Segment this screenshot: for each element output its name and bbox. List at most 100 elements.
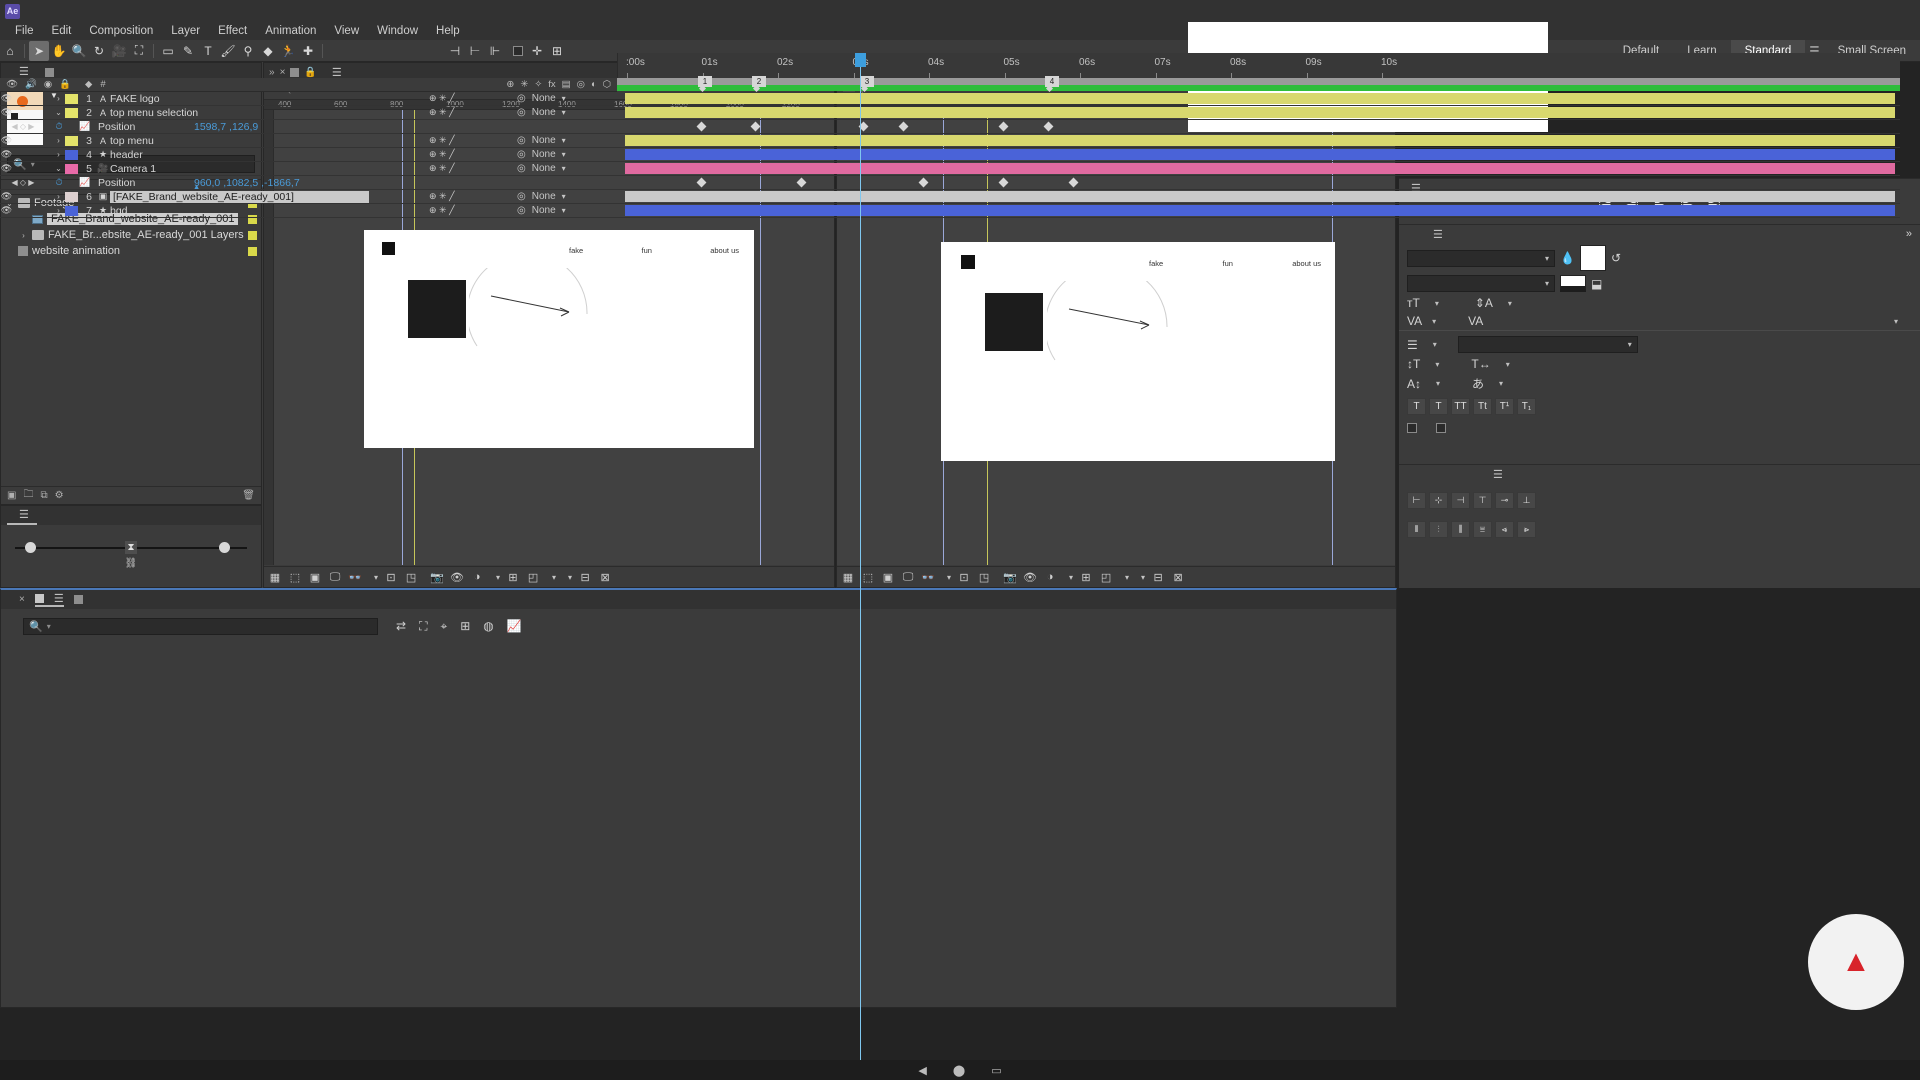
hscale-caret-icon[interactable]: ▾: [1506, 360, 1510, 369]
layer-duration-bar[interactable]: [625, 205, 1895, 216]
menu-layer[interactable]: Layer: [162, 25, 209, 37]
stroke-color-swatch[interactable]: [1560, 275, 1586, 292]
keyframe-marker[interactable]: [796, 177, 807, 188]
text-style-button[interactable]: T¹: [1495, 398, 1514, 415]
snapshot-icon[interactable]: 📷: [430, 570, 444, 584]
project-tree-item[interactable]: website animation: [1, 243, 261, 259]
menu-file[interactable]: File: [6, 25, 43, 37]
keyframe-marker[interactable]: [1043, 121, 1054, 132]
timeline-property-row[interactable]: ◀ ◇ ▶ ⏱ 📈 Position 960,0 ,1082,5 ,-1866,7: [0, 176, 617, 190]
layer-name[interactable]: Camera 1: [110, 163, 429, 175]
slider-handle-left[interactable]: [25, 542, 36, 553]
layer-label-color[interactable]: [65, 205, 78, 216]
minimize-button[interactable]: [1788, 0, 1832, 22]
region-of-interest-icon[interactable]: ⊡: [957, 570, 971, 584]
align-bottom-icon[interactable]: ⊥: [1517, 492, 1536, 509]
layer-name[interactable]: header: [110, 149, 429, 161]
fill-color-swatch[interactable]: [1579, 245, 1606, 271]
stopwatch-icon[interactable]: ⏱: [46, 177, 72, 188]
camera-select-icon[interactable]: ◰: [1099, 570, 1113, 584]
timeline-layer-row[interactable]: 👁 › 3 Atop menu ⊕ ✳ ╱ ◎ None ▾: [0, 134, 617, 148]
camera-select-icon[interactable]: ◰: [526, 570, 540, 584]
snapshot-icon[interactable]: 📷: [1003, 570, 1017, 584]
zoom-caret-icon[interactable]: ▾: [374, 573, 378, 582]
project-settings-icon[interactable]: ⚙: [55, 490, 64, 501]
layer-switches[interactable]: ⊕ ✳ ╱: [429, 191, 517, 202]
project-tree-item[interactable]: › FAKE_Br...ebsite_AE-ready_001 Layers: [1, 227, 261, 243]
timeline-property-track[interactable]: [617, 120, 1900, 134]
panel-menu-icon[interactable]: ☰: [19, 65, 29, 78]
panel-menu-icon[interactable]: ☰: [19, 508, 29, 521]
transparency-grid-icon[interactable]: ◳: [404, 570, 418, 584]
wingman-slider[interactable]: ⧗: [15, 541, 247, 555]
timeline-layer-track[interactable]: [617, 148, 1900, 162]
live-update-icon[interactable]: ⇄: [396, 619, 406, 633]
layer-label-color[interactable]: [65, 93, 78, 104]
layer-name[interactable]: top menu selection: [110, 107, 429, 119]
ligatures-checkbox-group[interactable]: [1407, 423, 1422, 433]
comp-marker[interactable]: 2: [752, 76, 766, 87]
new-folder-icon[interactable]: 🗀: [23, 487, 33, 504]
keyframe-marker[interactable]: [998, 121, 1009, 132]
distribute-hcenter-icon[interactable]: ⫶: [1429, 521, 1448, 538]
chevron-right-icon[interactable]: ›: [52, 206, 65, 215]
text-style-button[interactable]: TT: [1451, 398, 1470, 415]
layer-switches[interactable]: ⊕ ✳ ╱: [429, 149, 517, 160]
show-snapshot-icon[interactable]: 👁: [450, 570, 464, 584]
property-value[interactable]: 960,0 ,1082,5 ,-1866,7: [194, 177, 300, 189]
text-style-button[interactable]: T: [1429, 398, 1448, 415]
layer-parent[interactable]: ◎ None ▾: [517, 135, 617, 146]
region-icon[interactable]: 🖵: [901, 570, 915, 584]
menu-effect[interactable]: Effect: [209, 25, 256, 37]
graph-icon[interactable]: 📈: [72, 121, 98, 132]
taskbar-home-icon[interactable]: ⬤: [953, 1064, 965, 1077]
font-family-select[interactable]: ▾: [1407, 249, 1555, 267]
target-region-icon[interactable]: ⊞: [506, 570, 520, 584]
camera-caret-icon[interactable]: ▾: [1125, 573, 1129, 582]
channel-icon[interactable]: ◑: [1043, 570, 1057, 584]
pixel-aspect-icon[interactable]: ⊟: [1151, 570, 1165, 584]
menu-composition[interactable]: Composition: [80, 25, 162, 37]
keyframe-nav[interactable]: ◀ ◇ ▶: [0, 178, 46, 187]
distribute-vcenter-icon[interactable]: ⩹: [1495, 521, 1514, 538]
layer-parent[interactable]: ◎ None ▾: [517, 191, 617, 202]
text-style-button[interactable]: Tt: [1473, 398, 1492, 415]
puppet-tool-icon[interactable]: ✚: [298, 41, 318, 61]
ease-icon[interactable]: ⧗: [125, 541, 137, 554]
hide-shy-icon[interactable]: ⌖: [440, 619, 447, 634]
region-icon[interactable]: 🖵: [328, 570, 342, 584]
layer-label-color[interactable]: [65, 107, 78, 118]
menu-edit[interactable]: Edit: [43, 25, 81, 37]
chevron-right-icon[interactable]: ›: [52, 150, 65, 159]
brush-tool-icon[interactable]: 🖌: [218, 41, 238, 61]
tab-keyframe-wingman[interactable]: ☰: [7, 506, 37, 525]
timeline-layer-track[interactable]: [617, 92, 1900, 106]
timecode-icon[interactable]: ⊠: [1171, 570, 1185, 584]
leading-caret-icon[interactable]: ▾: [1508, 299, 1512, 308]
layer-label-color[interactable]: [65, 135, 78, 146]
stopwatch-icon[interactable]: ⏱: [46, 121, 72, 132]
hindi-checkbox[interactable]: [1436, 423, 1446, 433]
hand-tool-icon[interactable]: ✋: [49, 41, 69, 61]
tab-comp-timeline[interactable]: ☰: [34, 592, 64, 607]
motion-blur-icon[interactable]: ◍: [483, 619, 493, 633]
distribute-left-icon[interactable]: ⫴: [1407, 521, 1426, 538]
layer-name[interactable]: [FAKE_Brand_website_AE-ready_001]: [110, 190, 369, 203]
timeline-property-track[interactable]: [617, 176, 1900, 190]
render-toggle-icon[interactable]: ▣: [308, 570, 322, 584]
snapping-checkbox[interactable]: [513, 45, 523, 56]
layer-parent[interactable]: ◎ None ▾: [517, 107, 617, 118]
keyframe-marker[interactable]: [918, 177, 929, 188]
panel-menu-icon[interactable]: ☰: [1493, 468, 1503, 481]
pan-behind-tool-icon[interactable]: ⛶: [129, 41, 149, 61]
stroke-type-select[interactable]: ▾: [1457, 336, 1638, 353]
clone-stamp-tool-icon[interactable]: ⚲: [238, 41, 258, 61]
no-color-icon[interactable]: ⬓: [1591, 277, 1602, 291]
layer-switches[interactable]: ⊕ ✳ ╱: [429, 135, 517, 146]
label-color-swatch[interactable]: [248, 230, 257, 240]
expand-icon[interactable]: »: [1906, 228, 1920, 240]
interpret-footage-icon[interactable]: ⧉: [40, 490, 47, 501]
frame-blending-icon[interactable]: ⊞: [460, 619, 470, 633]
layer-video-toggle[interactable]: 👁: [0, 93, 13, 104]
view-caret-icon[interactable]: ▾: [568, 573, 572, 582]
